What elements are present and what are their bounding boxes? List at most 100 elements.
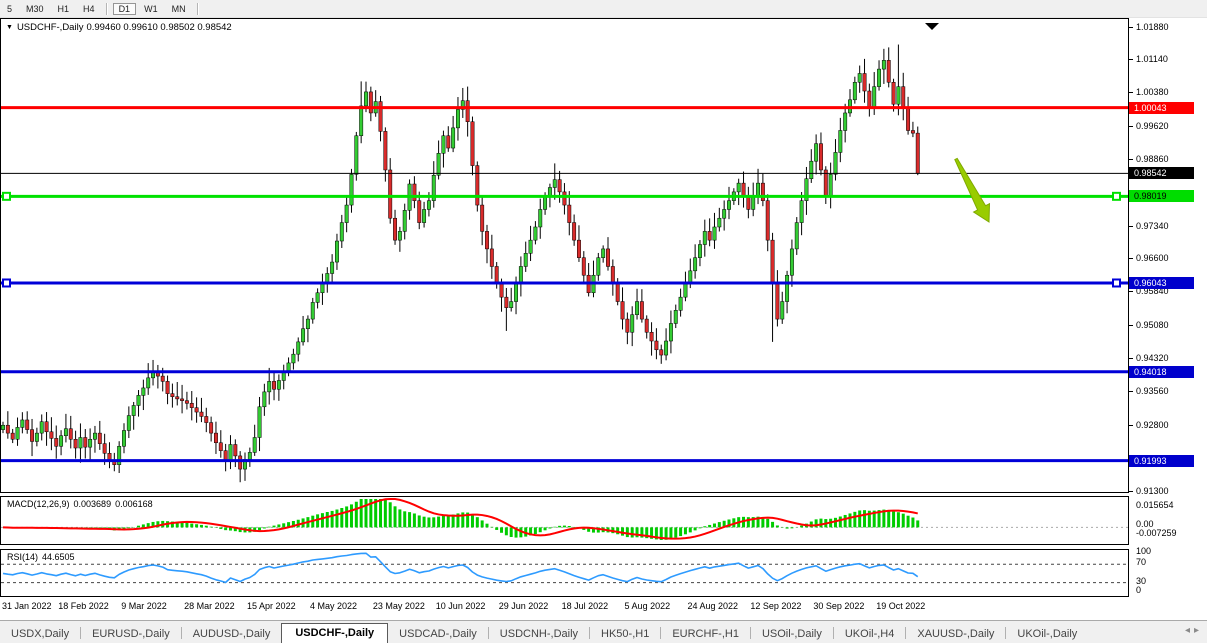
timeframe-toolbar: 5M30H1H4 D1W1MN [0,0,1207,18]
price-tick-label: 1.00380 [1136,87,1169,97]
date-label: 12 Sep 2022 [750,601,801,611]
tab-usdcnh-daily[interactable]: USDCNH-,Daily [489,625,589,643]
price-badge-0.98542: 0.98542 [1129,167,1194,179]
price-tick-label: 0.98860 [1136,154,1169,164]
rsi-name: RSI(14) [7,552,38,562]
timeframe-button-5[interactable]: 5 [1,3,18,15]
tab-eurusd-daily[interactable]: EURUSD-,Daily [81,625,181,643]
chart-title: ▼ USDCHF-,Daily0.99460 0.99610 0.98502 0.… [6,22,235,33]
tab-usdx-daily[interactable]: USDX,Daily [0,625,80,643]
date-label: 4 May 2022 [310,601,357,611]
price-badge-0.96043: 0.96043 [1129,277,1194,289]
price-tick [1129,291,1133,292]
rsi-panel[interactable] [0,549,1129,597]
macd-main-value: 0.003689 [74,499,112,509]
date-label: 9 Mar 2022 [121,601,167,611]
toolbar-separator [106,3,108,15]
chart-tab-bar: USDX,DailyEURUSD-,DailyAUDUSD-,DailyUSDC… [0,620,1207,643]
price-tick [1129,126,1133,127]
price-tick-label: 1.01880 [1136,22,1169,32]
line-handle[interactable] [3,193,10,200]
rsi-value: 44.6505 [42,552,75,562]
macd-label: MACD(12,26,9) 0.0036890.006168 [7,499,157,509]
line-handle[interactable] [3,279,10,286]
rsi-axis-label: 0 [1136,585,1141,595]
price-tick-label: 0.95080 [1136,320,1169,330]
tab-eurchf-h1[interactable]: EURCHF-,H1 [661,625,750,643]
tab-ukoil-daily[interactable]: UKOil-,Daily [1006,625,1088,643]
price-badge-0.94018: 0.94018 [1129,366,1194,378]
price-tick [1129,325,1133,326]
macd-axis-label: 0.015654 [1136,500,1174,510]
timeframe-button-m30[interactable]: M30 [20,3,50,15]
tab-ukoil-h4[interactable]: UKOil-,H4 [834,625,906,643]
price-tick [1129,425,1133,426]
trading-app-window: 5M30H1H4D1W1MN ▼USDCHF-,Daily0.99460 0.9… [0,0,1207,643]
price-badge-0.98019: 0.98019 [1129,190,1194,202]
price-tick [1129,391,1133,392]
price-badge-0.91993: 0.91993 [1129,455,1194,467]
chart-dropdown-icon[interactable]: ▼ [6,24,13,31]
rsi-label: RSI(14) 44.6505 [7,552,79,562]
line-handle[interactable] [1113,279,1120,286]
price-tick-label: 0.96600 [1136,253,1169,263]
date-label: 24 Aug 2022 [687,601,738,611]
candlestick-chart[interactable] [1,19,1128,492]
price-tick-label: 0.91300 [1136,486,1169,496]
tab-xauusd-daily[interactable]: XAUUSD-,Daily [906,625,1005,643]
date-label: 29 Jun 2022 [499,601,549,611]
macd-panel[interactable] [0,496,1129,545]
price-badge-1.00043: 1.00043 [1129,102,1194,114]
chart-symbol-label: USDCHF-,Daily [17,22,84,33]
timeframe-button-d1[interactable]: D1 [113,3,137,15]
macd-name: MACD(12,26,9) [7,499,70,509]
date-label: 18 Jul 2022 [562,601,609,611]
tab-usoil-daily[interactable]: USOil-,Daily [751,625,833,643]
toolbar-separator [197,3,199,15]
tab-usdcad-daily[interactable]: USDCAD-,Daily [388,625,488,643]
date-label: 10 Jun 2022 [436,601,486,611]
price-tick [1129,159,1133,160]
price-tick [1129,27,1133,28]
date-label: 19 Oct 2022 [876,601,925,611]
candles [1,45,919,483]
price-tick [1129,258,1133,259]
tab-hk50-h1[interactable]: HK50-,H1 [590,625,660,643]
price-tick-label: 0.92800 [1136,420,1169,430]
price-tick [1129,226,1133,227]
rsi-axis-label: 70 [1136,557,1146,567]
timeframe-button-h4[interactable]: H4 [77,3,101,15]
rsi-line [3,553,918,582]
date-label: 30 Sep 2022 [813,601,864,611]
price-tick [1129,59,1133,60]
date-label: 15 Apr 2022 [247,601,296,611]
line-handle[interactable] [1113,193,1120,200]
rsi-chart [1,550,1128,596]
tab-audusd-daily[interactable]: AUDUSD-,Daily [182,625,282,643]
chart-shift-marker-icon[interactable] [925,23,939,30]
price-tick [1129,92,1133,93]
macd-axis-label: -0.007259 [1136,528,1177,538]
macd-signal-value: 0.006168 [115,499,153,509]
date-label: 5 Aug 2022 [625,601,671,611]
timeframe-button-mn[interactable]: MN [166,3,192,15]
date-label: 28 Mar 2022 [184,601,235,611]
chart-ohlc-values: 0.99460 0.99610 0.98502 0.98542 [86,22,231,33]
price-tick [1129,491,1133,492]
down-arrow-annotation[interactable] [955,158,990,222]
price-chart-panel[interactable] [0,18,1129,493]
price-tick-label: 0.93560 [1136,386,1169,396]
date-label: 23 May 2022 [373,601,425,611]
timeframe-button-h1[interactable]: H1 [52,3,76,15]
tab-scroll-right-icon[interactable]: ▸ [1194,625,1203,636]
date-label: 18 Feb 2022 [58,601,109,611]
timeframe-button-w1[interactable]: W1 [138,3,164,15]
tab-usdchf-daily[interactable]: USDCHF-,Daily [281,623,388,643]
date-label: 31 Jan 2022 [2,601,52,611]
tab-scroll-arrows[interactable]: ◂▸ [1185,625,1203,636]
rsi-axis-label: 100 [1136,546,1151,556]
price-tick-label: 0.94320 [1136,353,1169,363]
macd-chart [1,497,1128,544]
price-tick [1129,358,1133,359]
tab-scroll-left-icon[interactable]: ◂ [1185,625,1194,636]
